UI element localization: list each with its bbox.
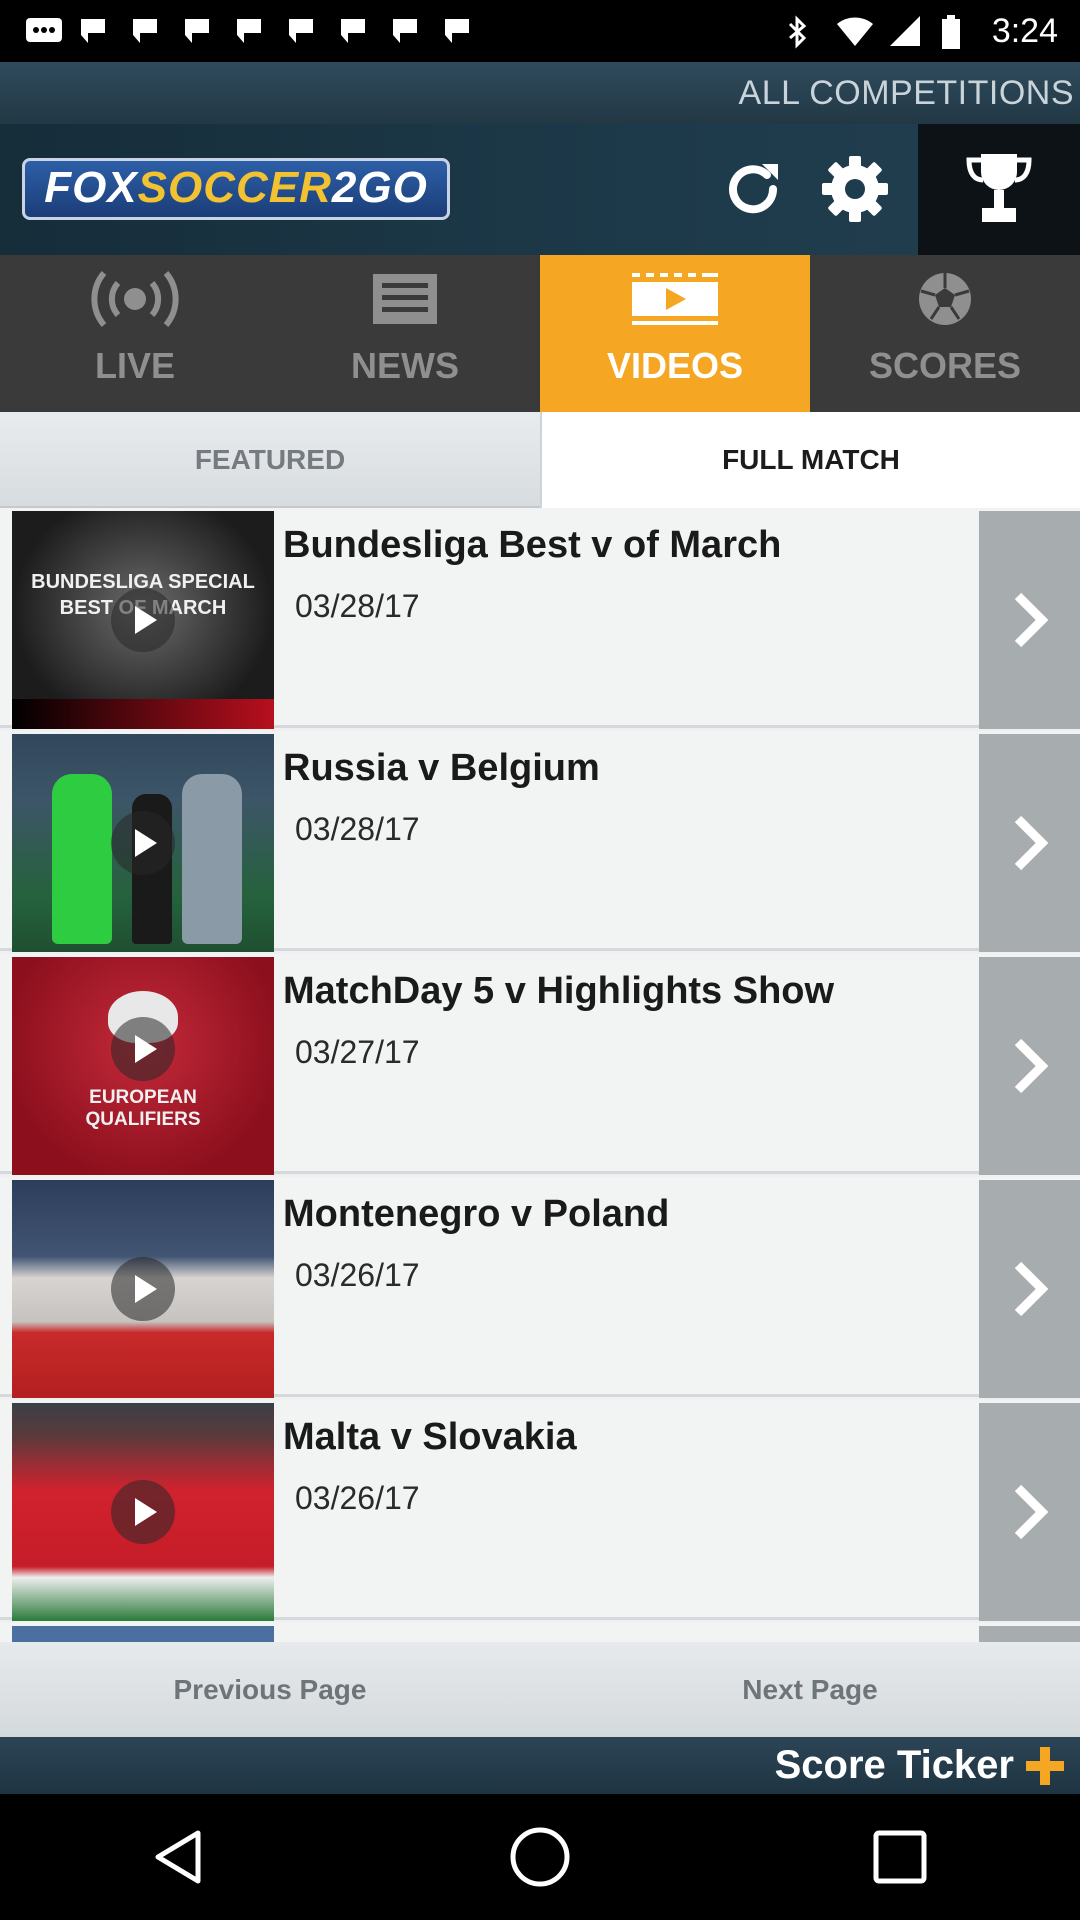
recents-icon bbox=[873, 1830, 927, 1884]
all-competitions-button[interactable]: ALL COMPETITIONS bbox=[0, 62, 1080, 124]
notification-icon bbox=[388, 14, 422, 48]
list-item[interactable]: Russia v Belgium 03/28/17 bbox=[0, 731, 1080, 952]
tab-scores[interactable]: SCORES bbox=[810, 255, 1080, 412]
video-date: 03/27/17 bbox=[295, 1034, 420, 1070]
video-date: 03/28/17 bbox=[295, 588, 420, 624]
pager: Previous Page Next Page bbox=[0, 1642, 1080, 1737]
previous-page-button[interactable]: Previous Page bbox=[0, 1642, 540, 1737]
main-tab-bar: LIVE NEWS VIDEOS SCORES bbox=[0, 255, 1080, 412]
notification-icon bbox=[440, 14, 474, 48]
thumbnail-text: EUROPEAN QUALIFIERS bbox=[85, 1087, 201, 1130]
app-header: FOXSOCCER2GO bbox=[0, 124, 1080, 255]
video-title: Bundesliga Best v of March bbox=[283, 524, 782, 566]
competitions-trophy-button[interactable] bbox=[918, 124, 1080, 255]
battery-icon bbox=[940, 14, 974, 49]
tab-scores-label: SCORES bbox=[868, 345, 1022, 386]
play-icon bbox=[111, 1480, 175, 1544]
tab-videos-label: VIDEOS bbox=[606, 345, 744, 386]
video-date: 03/26/17 bbox=[295, 1257, 420, 1293]
trophy-icon bbox=[966, 153, 1032, 222]
refresh-button[interactable] bbox=[708, 144, 798, 234]
fox-soccer-2go-logo: FOXSOCCER2GO bbox=[22, 158, 450, 220]
signal-icon bbox=[888, 14, 922, 48]
play-icon bbox=[111, 588, 175, 652]
news-icon bbox=[373, 274, 437, 324]
video-thumbnail bbox=[12, 734, 274, 952]
list-item[interactable]: Montenegro v Poland 03/26/17 bbox=[0, 1177, 1080, 1398]
notification-icon bbox=[284, 14, 318, 48]
open-video-button[interactable] bbox=[979, 1626, 1080, 1642]
plus-icon[interactable] bbox=[1024, 1745, 1066, 1787]
message-icon bbox=[24, 14, 62, 48]
video-title: MatchDay 5 v Highlights Show bbox=[283, 970, 835, 1012]
video-thumbnail bbox=[12, 1403, 274, 1621]
notification-icon bbox=[336, 14, 370, 48]
open-video-button[interactable] bbox=[979, 1180, 1080, 1398]
video-thumbnail bbox=[12, 1626, 274, 1642]
list-item[interactable] bbox=[0, 1623, 1080, 1642]
subtab-featured[interactable]: FEATURED bbox=[0, 412, 540, 508]
tab-live-label: LIVE bbox=[94, 345, 175, 386]
notification-icon bbox=[128, 14, 162, 48]
video-icon bbox=[632, 273, 718, 325]
subtab-full-match[interactable]: FULL MATCH bbox=[540, 412, 1080, 508]
gear-icon bbox=[822, 156, 888, 222]
play-icon bbox=[111, 811, 175, 875]
tab-news-label: NEWS bbox=[351, 345, 459, 386]
open-video-button[interactable] bbox=[979, 1403, 1080, 1621]
video-thumbnail: EUROPEAN QUALIFIERS bbox=[12, 957, 274, 1175]
chevron-right-icon bbox=[1014, 815, 1048, 871]
video-title: Malta v Slovakia bbox=[283, 1416, 577, 1458]
notification-icon bbox=[232, 14, 266, 48]
status-bar: 3:24 bbox=[0, 0, 1080, 62]
video-date: 03/28/17 bbox=[295, 811, 420, 847]
recents-button[interactable] bbox=[845, 1802, 955, 1912]
open-video-button[interactable] bbox=[979, 734, 1080, 952]
open-video-button[interactable] bbox=[979, 511, 1080, 729]
broadcast-icon bbox=[91, 271, 179, 327]
soccer-ball-icon bbox=[919, 273, 971, 325]
list-item[interactable]: Malta v Slovakia 03/26/17 bbox=[0, 1400, 1080, 1621]
chevron-right-icon bbox=[1014, 1261, 1048, 1317]
bluetooth-icon bbox=[784, 14, 818, 49]
chevron-right-icon bbox=[1014, 1038, 1048, 1094]
wifi-icon bbox=[836, 14, 873, 48]
score-ticker-label: Score Ticker bbox=[774, 1743, 1014, 1787]
home-icon bbox=[510, 1827, 570, 1887]
notification-icon bbox=[76, 14, 110, 48]
video-thumbnail: BUNDESLIGA SPECIAL BEST OF MARCH bbox=[12, 511, 274, 729]
score-ticker-bar[interactable]: Score Ticker bbox=[0, 1737, 1080, 1794]
sub-tab-bar: FEATURED FULL MATCH bbox=[0, 412, 1080, 508]
chevron-right-icon bbox=[1014, 592, 1048, 648]
notification-icon bbox=[180, 14, 214, 48]
tab-live[interactable]: LIVE bbox=[0, 255, 270, 412]
video-title: Russia v Belgium bbox=[283, 747, 600, 789]
next-page-button[interactable]: Next Page bbox=[540, 1642, 1080, 1737]
list-item[interactable]: BUNDESLIGA SPECIAL BEST OF MARCH Bundesl… bbox=[0, 508, 1080, 729]
open-video-button[interactable] bbox=[979, 957, 1080, 1175]
tab-news[interactable]: NEWS bbox=[270, 255, 540, 412]
settings-button[interactable] bbox=[810, 144, 900, 234]
chevron-right-icon bbox=[1014, 1484, 1048, 1540]
back-icon bbox=[155, 1830, 201, 1884]
refresh-icon bbox=[729, 164, 778, 214]
tab-videos[interactable]: VIDEOS bbox=[540, 255, 810, 412]
video-thumbnail bbox=[12, 1180, 274, 1398]
home-button[interactable] bbox=[485, 1802, 595, 1912]
back-button[interactable] bbox=[125, 1802, 235, 1912]
video-title: Montenegro v Poland bbox=[283, 1193, 670, 1235]
play-icon bbox=[111, 1017, 175, 1081]
video-list: BUNDESLIGA SPECIAL BEST OF MARCH Bundesl… bbox=[0, 508, 1080, 1642]
play-icon bbox=[111, 1257, 175, 1321]
list-item[interactable]: EUROPEAN QUALIFIERS MatchDay 5 v Highlig… bbox=[0, 954, 1080, 1175]
video-date: 03/26/17 bbox=[295, 1480, 420, 1516]
system-nav-bar bbox=[0, 1794, 1080, 1920]
status-time: 3:24 bbox=[991, 11, 1058, 50]
